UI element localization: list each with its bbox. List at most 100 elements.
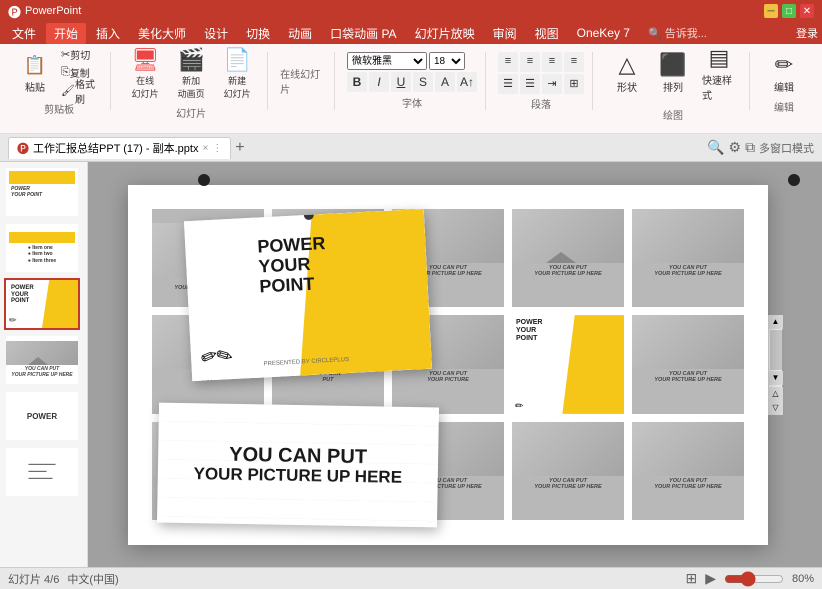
tab-bar: 🅟 工作汇报总结PPT (17) - 副本.pptx × ⋮ + 🔍 ⚙ ⧉ 多… bbox=[0, 134, 822, 162]
edit-label: 编辑 bbox=[774, 79, 794, 94]
menu-item-beautify[interactable]: 美化大师 bbox=[130, 23, 194, 44]
slide-panel: POWERYOUR POINT ● Item one● Item two● It… bbox=[0, 162, 88, 567]
slide-thumb-2[interactable]: ● Item one● Item two● Item three bbox=[4, 222, 80, 274]
ribbon-group-paragraph: ≡ ≡ ≡ ≡ ☰ ☰ ⇥ ⊞ 段落 bbox=[490, 52, 593, 110]
zoom-slider[interactable] bbox=[724, 571, 784, 587]
font-size-select[interactable]: 18 bbox=[429, 52, 465, 70]
tab-close-button[interactable]: × bbox=[202, 143, 208, 154]
grid-cell-1-4[interactable]: YOU CAN PUTYOUR PICTURE UP HERE bbox=[512, 209, 624, 308]
scroll-extra-down[interactable]: ▽ bbox=[769, 401, 783, 415]
title-bar-text: PowerPoint bbox=[25, 5, 81, 17]
settings-tab-button[interactable]: ⚙ bbox=[729, 139, 742, 156]
big-text-line2: YOUR PICTURE UP HERE bbox=[193, 464, 402, 486]
arrange-icon: ⬛ bbox=[659, 51, 687, 79]
shapes-label: 形状 bbox=[617, 79, 637, 94]
online-slides-icon: 🖥 bbox=[131, 46, 159, 74]
new-slide-button[interactable]: 📄 新建幻灯片 bbox=[215, 43, 259, 103]
close-button[interactable]: ✕ bbox=[800, 4, 814, 18]
slides-label: 幻灯片 bbox=[176, 105, 206, 120]
justify-button[interactable]: ≡ bbox=[564, 52, 584, 72]
online-slides-button[interactable]: 🖥 在线幻灯片 bbox=[123, 43, 167, 103]
canvas-area: YOU CAN PUTYOUR PICTURE UP HERE YOU CAN … bbox=[88, 162, 822, 567]
grid-cell-3-4[interactable]: YOU CAN PUTYOUR PICTURE UP HERE bbox=[512, 422, 624, 521]
grid-pencil-icon: ✏ bbox=[515, 401, 523, 412]
align-center-button[interactable]: ≡ bbox=[520, 52, 540, 72]
menu-item-review[interactable]: 审阅 bbox=[485, 23, 525, 44]
shapes-icon: △ bbox=[613, 51, 641, 79]
featured-pencils-area: ✏ ✏ bbox=[200, 341, 234, 371]
slide-5-label: POWER bbox=[27, 412, 57, 421]
ppt-icon: 🅟 bbox=[17, 140, 29, 157]
ribbon-content: 📋 粘贴 ✂ 剪切 ⎘ 复制 🖌 格式刷 bbox=[0, 48, 822, 114]
pin-top-right bbox=[788, 174, 800, 186]
maximize-button[interactable]: □ bbox=[782, 4, 796, 18]
featured-title: POWER YOUR POINT bbox=[257, 234, 328, 297]
slide-6-text: ━━━━━━━━━━━━━━━━━━━━━━━ bbox=[28, 462, 55, 482]
menu-item-design[interactable]: 设计 bbox=[196, 23, 236, 44]
strikethrough-button[interactable]: S bbox=[413, 72, 433, 92]
menu-item-animation[interactable]: 动画 bbox=[280, 23, 320, 44]
increase-font-button[interactable]: A↑ bbox=[457, 72, 477, 92]
bold-button[interactable]: B bbox=[347, 72, 367, 92]
font-color-button[interactable]: A bbox=[435, 72, 455, 92]
paste-button[interactable]: 📋 粘贴 bbox=[16, 48, 54, 97]
grid-cell-2-4[interactable]: POWERYOURPOINT ✏ bbox=[512, 315, 624, 414]
grid-caption-2-3: YOU CAN PUTYOUR PICTURE bbox=[392, 369, 504, 385]
menu-item-transition[interactable]: 切换 bbox=[238, 23, 278, 44]
menu-item-view[interactable]: 视图 bbox=[527, 23, 567, 44]
slide-thumb-6-content: ━━━━━━━━━━━━━━━━━━━━━━━ bbox=[6, 448, 78, 496]
slide-thumb-3[interactable]: POWERYOURPOINT ✏ bbox=[4, 278, 80, 330]
underline-button[interactable]: U bbox=[391, 72, 411, 92]
right-scrollbar: ▲ ▼ △ ▽ bbox=[768, 315, 782, 415]
font-name-select[interactable]: 微软雅黑 bbox=[347, 52, 427, 70]
paste-icon: 📋 bbox=[21, 51, 49, 79]
bullet-list-button[interactable]: ☰ bbox=[498, 74, 518, 94]
paste-label: 粘贴 bbox=[25, 79, 45, 94]
edit-button[interactable]: ✏ 编辑 bbox=[762, 48, 806, 97]
status-bar: 幻灯片 4/6 中文(中国) ⊞ ▶ 80% bbox=[0, 567, 822, 589]
view-slideshow-button[interactable]: ▶ bbox=[705, 570, 716, 587]
cut-button[interactable]: ✂ 剪切 bbox=[56, 47, 102, 63]
search-tab-button[interactable]: 🔍 bbox=[707, 139, 724, 156]
minimize-button[interactable]: ─ bbox=[764, 4, 778, 18]
slide-thumb-5[interactable]: POWER bbox=[4, 390, 80, 442]
login-button[interactable]: 登录 bbox=[796, 25, 818, 41]
menu-item-start[interactable]: 开始 bbox=[46, 23, 86, 44]
align-right-button[interactable]: ≡ bbox=[542, 52, 562, 72]
grid-cell-3-5[interactable]: YOU CAN PUTYOUR PICTURE UP HERE bbox=[632, 422, 744, 521]
italic-button[interactable]: I bbox=[369, 72, 389, 92]
shapes-button[interactable]: △ 形状 bbox=[605, 48, 649, 97]
grid-cell-2-5[interactable]: YOU CAN PUTYOUR PICTURE UP HERE bbox=[632, 315, 744, 414]
menu-item-onekey[interactable]: OneKey 7 bbox=[569, 24, 638, 42]
columns-button[interactable]: ⊞ bbox=[564, 74, 584, 94]
scroll-thumb bbox=[770, 330, 782, 370]
slide-thumb-1[interactable]: POWERYOUR POINT bbox=[4, 166, 80, 218]
multiwindow-button[interactable]: ⧉ 多窗口模式 bbox=[745, 139, 814, 156]
file-tab[interactable]: 🅟 工作汇报总结PPT (17) - 副本.pptx × ⋮ bbox=[8, 137, 231, 159]
scroll-down-button[interactable]: ▼ bbox=[769, 371, 783, 385]
menu-item-file[interactable]: 文件 bbox=[4, 23, 44, 44]
scroll-up-button[interactable]: ▲ bbox=[769, 315, 783, 329]
slide-thumb-5-content: POWER bbox=[6, 392, 78, 440]
new-animation-button[interactable]: 🎬 新加动画页 bbox=[169, 43, 213, 103]
menu-item-insert[interactable]: 插入 bbox=[88, 23, 128, 44]
align-left-button[interactable]: ≡ bbox=[498, 52, 518, 72]
menu-item-pocket-animation[interactable]: 口袋动画 PA bbox=[322, 23, 404, 44]
quick-style-button[interactable]: ▤ 快速样式 bbox=[697, 41, 741, 105]
indent-button[interactable]: ⇥ bbox=[542, 74, 562, 94]
edit-label: 编辑 bbox=[774, 99, 794, 114]
numbered-list-button[interactable]: ☰ bbox=[520, 74, 540, 94]
online-label: 在线幻灯片 bbox=[280, 66, 326, 96]
window-controls: ─ □ ✕ bbox=[764, 4, 814, 18]
slide-thumb-4[interactable]: YOU CAN PUTYOUR PICTURE UP HERE bbox=[4, 334, 80, 386]
new-slide-label: 新建幻灯片 bbox=[224, 74, 251, 100]
arrange-button[interactable]: ⬛ 排列 bbox=[651, 48, 695, 97]
grid-cell-1-5[interactable]: YOU CAN PUTYOUR PICTURE UP HERE bbox=[632, 209, 744, 308]
menu-item-slideshow[interactable]: 幻灯片放映 bbox=[407, 23, 483, 44]
scroll-extra-up[interactable]: △ bbox=[769, 387, 783, 401]
add-tab-button[interactable]: + bbox=[235, 139, 244, 157]
slide-thumb-6[interactable]: ━━━━━━━━━━━━━━━━━━━━━━━ bbox=[4, 446, 80, 498]
menu-item-search[interactable]: 🔍 告诉我... bbox=[640, 23, 715, 43]
view-normal-button[interactable]: ⊞ bbox=[685, 570, 697, 587]
format-painter-button[interactable]: 🖌 格式刷 bbox=[56, 83, 102, 99]
